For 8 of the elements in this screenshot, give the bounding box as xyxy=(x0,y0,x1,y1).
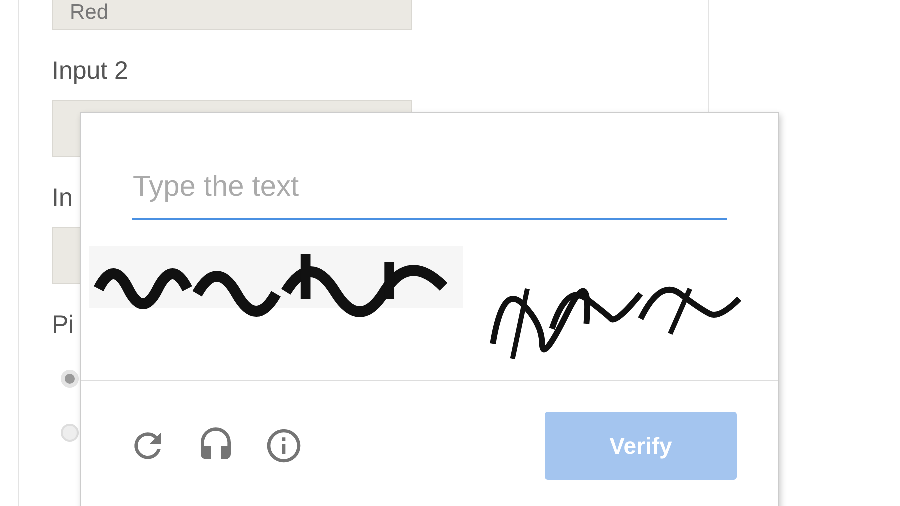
radio-button[interactable] xyxy=(61,370,79,388)
field-label: Pi xyxy=(52,310,74,340)
field-label: Input 2 xyxy=(52,56,128,86)
text-field[interactable]: Red xyxy=(52,0,412,30)
radio-button[interactable] xyxy=(61,424,79,442)
field-value: Red xyxy=(70,1,109,25)
captcha-input-field[interactable]: Type the text xyxy=(132,165,727,220)
field-label: In xyxy=(52,183,73,213)
